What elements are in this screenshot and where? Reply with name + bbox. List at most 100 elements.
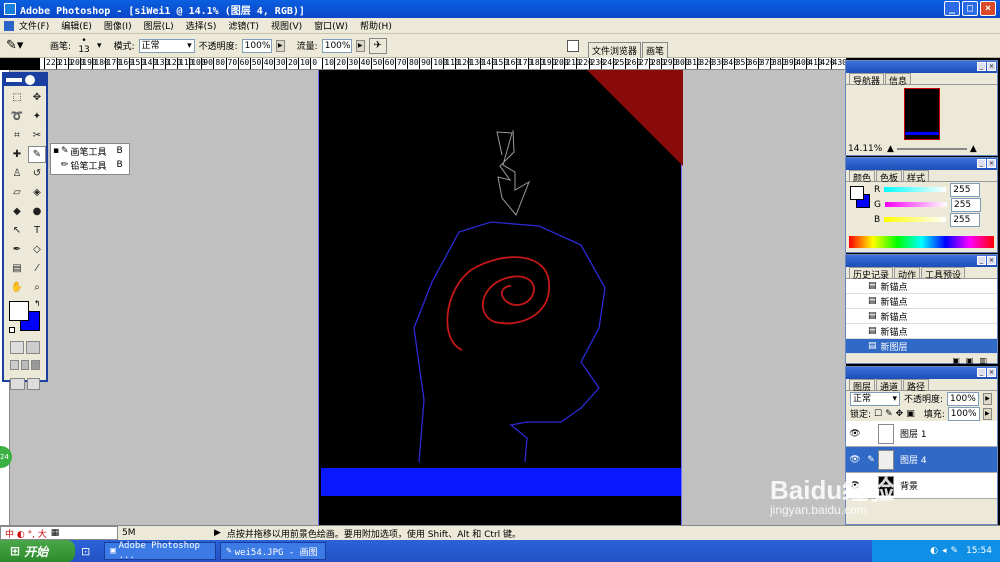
- color-ramp[interactable]: [849, 236, 994, 248]
- flow-input[interactable]: 100%: [321, 38, 352, 53]
- app-menu-icon[interactable]: [4, 20, 14, 31]
- tab-tool-presets[interactable]: 工具预设: [921, 267, 966, 281]
- palette-well-icon[interactable]: [567, 40, 579, 52]
- close-button[interactable]: ×: [980, 1, 996, 16]
- history-item[interactable]: ▤ 新锚点: [846, 324, 997, 339]
- close-icon[interactable]: ×: [987, 62, 996, 71]
- tab-brushes[interactable]: 画笔: [642, 42, 669, 58]
- layer-opacity-slider-button[interactable]: ▶: [983, 392, 993, 405]
- zoom-in-icon[interactable]: ▲: [970, 144, 977, 154]
- trash-icon[interactable]: ▥: [979, 356, 987, 365]
- input-icon[interactable]: ✎: [951, 546, 959, 556]
- history-item[interactable]: ▤ 新锚点: [846, 309, 997, 324]
- red-slider[interactable]: [884, 187, 947, 192]
- menu-select[interactable]: 选择(S): [186, 19, 217, 32]
- maximize-button[interactable]: □: [962, 1, 978, 16]
- blur-tool-icon[interactable]: ◆: [8, 203, 26, 220]
- document-canvas[interactable]: [318, 70, 683, 525]
- navigator-thumbnail[interactable]: [903, 88, 940, 140]
- lock-move-icon[interactable]: ✥: [896, 409, 904, 419]
- menu-view[interactable]: 视图(V): [271, 19, 302, 32]
- green-value-input[interactable]: 255: [950, 197, 981, 212]
- lock-all-icon[interactable]: ▣: [906, 409, 915, 419]
- shape-tool-icon[interactable]: ◇: [28, 241, 46, 258]
- layer-opacity-input[interactable]: 100%: [947, 391, 980, 406]
- flyout-item-pencil[interactable]: ✏ 铅笔工具 B: [51, 158, 129, 172]
- fill-slider-button[interactable]: ▶: [982, 407, 992, 420]
- foreground-color-swatch[interactable]: [9, 301, 29, 321]
- zoom-out-icon[interactable]: ▲: [887, 144, 894, 154]
- eraser-tool-icon[interactable]: ▱: [8, 184, 26, 201]
- menu-image[interactable]: 图像(I): [104, 19, 132, 32]
- path-selection-tool-icon[interactable]: ↖: [8, 222, 26, 239]
- ime-toolbar[interactable]: 中 ◐ °, 大 ▦: [0, 526, 118, 540]
- standard-screen-mode-icon[interactable]: [10, 360, 19, 370]
- minimize-icon[interactable]: _: [977, 159, 986, 168]
- slice-tool-icon[interactable]: ✂: [28, 127, 46, 144]
- paint-bucket-tool-icon[interactable]: ◈: [28, 184, 46, 201]
- brush-picker[interactable]: • 13: [75, 36, 93, 55]
- marquee-tool-icon[interactable]: ⬚: [8, 89, 26, 106]
- standard-mode-icon[interactable]: [10, 341, 24, 354]
- status-arrow-icon[interactable]: ▶: [214, 528, 221, 538]
- menu-file[interactable]: 文件(F): [19, 19, 49, 32]
- pen-tool-icon[interactable]: ✒: [8, 241, 26, 258]
- close-icon[interactable]: ×: [987, 159, 996, 168]
- menu-edit[interactable]: 编辑(E): [61, 19, 92, 32]
- lasso-tool-icon[interactable]: ➰: [8, 108, 26, 125]
- tab-styles[interactable]: 样式: [903, 170, 930, 184]
- start-button[interactable]: ⊞ 开始: [0, 540, 75, 562]
- camera-icon[interactable]: ▣: [966, 356, 974, 365]
- eyedropper-tool-icon[interactable]: ⁄: [28, 260, 46, 277]
- tab-info[interactable]: 信息: [885, 73, 912, 87]
- history-brush-tool-icon[interactable]: ↺: [28, 165, 46, 182]
- default-colors-icon[interactable]: [9, 327, 15, 333]
- show-desktop-icon[interactable]: ⊡: [81, 545, 90, 558]
- taskbar-item-paint[interactable]: ✎ wei54.JPG - 画图: [220, 542, 327, 560]
- menu-window[interactable]: 窗口(W): [314, 19, 348, 32]
- close-icon[interactable]: ×: [987, 368, 996, 377]
- fill-input[interactable]: 100%: [947, 406, 980, 421]
- tab-file-browser[interactable]: 文件浏览器: [588, 42, 642, 58]
- menu-layer[interactable]: 图层(L): [144, 19, 174, 32]
- notes-tool-icon[interactable]: ▤: [8, 260, 26, 277]
- red-value-input[interactable]: 255: [950, 182, 981, 197]
- network-icon[interactable]: ◐: [930, 546, 938, 556]
- type-tool-icon[interactable]: T: [28, 222, 46, 239]
- tab-navigator[interactable]: 导航器: [849, 73, 885, 87]
- tab-swatches[interactable]: 色板: [876, 170, 903, 184]
- eye-icon[interactable]: 👁: [846, 429, 864, 439]
- volume-icon[interactable]: ◂: [942, 546, 947, 556]
- healing-brush-tool-icon[interactable]: ✚: [8, 146, 26, 163]
- full-screen-mode-icon[interactable]: [31, 360, 41, 370]
- flyout-item-brush[interactable]: ▪ ✎ 画笔工具 B: [51, 144, 129, 158]
- brush-tool-icon[interactable]: ✎: [28, 146, 46, 163]
- green-slider[interactable]: [884, 202, 947, 207]
- eye-icon[interactable]: 👁: [846, 455, 864, 465]
- jump-to-imageready-icon[interactable]: [10, 378, 25, 390]
- history-item[interactable]: ▤ 新锚点: [846, 294, 997, 309]
- close-icon[interactable]: ×: [987, 256, 996, 265]
- brush-tool-preset-icon[interactable]: ✎▾: [6, 38, 30, 53]
- tab-history[interactable]: 历史记录: [849, 267, 894, 281]
- history-item-current[interactable]: ▤ 新图层: [846, 339, 997, 354]
- menu-filter[interactable]: 滤镜(T): [228, 19, 259, 32]
- tab-paths[interactable]: 路径: [903, 379, 930, 393]
- blue-value-input[interactable]: 255: [950, 212, 981, 227]
- new-document-icon[interactable]: ▣: [952, 356, 960, 365]
- keyboard-icon[interactable]: ▦: [51, 528, 60, 538]
- color-foreground-swatch[interactable]: [850, 186, 864, 200]
- blue-slider[interactable]: [884, 217, 947, 222]
- blend-mode-select[interactable]: 正常 ▾: [850, 391, 900, 406]
- flow-slider-button[interactable]: ▶: [355, 39, 365, 52]
- swap-colors-icon[interactable]: ↰: [34, 299, 41, 308]
- minimize-icon[interactable]: _: [977, 62, 986, 71]
- history-item[interactable]: ▤ 新锚点: [846, 279, 997, 294]
- quick-mask-mode-icon[interactable]: [26, 341, 40, 354]
- jump-to-app-icon[interactable]: [26, 378, 40, 390]
- tab-color[interactable]: 颜色: [849, 170, 876, 184]
- dodge-tool-icon[interactable]: ●: [28, 203, 46, 220]
- full-screen-menu-mode-icon[interactable]: [20, 360, 30, 370]
- airbrush-icon[interactable]: ✈: [368, 37, 387, 54]
- brush-dropdown-icon[interactable]: ▾: [97, 41, 102, 51]
